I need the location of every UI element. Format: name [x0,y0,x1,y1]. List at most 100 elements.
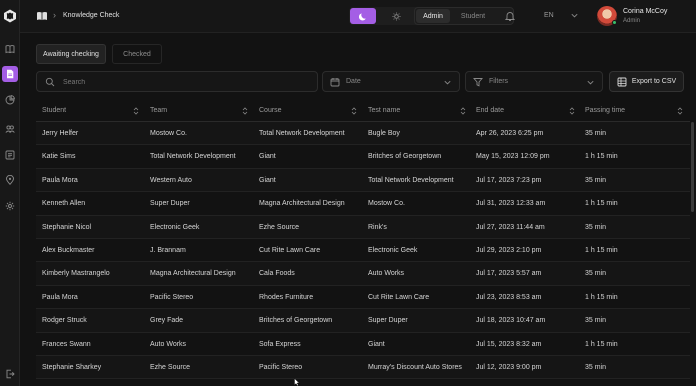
chevron-down-icon [587,80,594,85]
cell-course: Sofa Express [259,340,301,348]
dark-theme-button[interactable] [350,8,376,24]
book-icon[interactable] [36,10,48,22]
table-row[interactable]: Kenneth Allen Super Duper Magna Architectu… [36,192,690,216]
calendar-icon [330,78,340,87]
tab-awaiting-checking[interactable]: Awaiting checking [36,44,106,64]
cell-test-name: Electronic Geek [368,246,418,254]
cell-passing-time: 35 min [585,176,607,184]
cell-test-name: Rink's [368,223,387,231]
cell-team: Total Network Development [150,153,236,161]
cell-end-date: Jul 17, 2023 7:23 pm [476,176,542,184]
cell-end-date: Apr 26, 2023 6:25 pm [476,130,544,137]
cell-team: Magna Architectural Design [150,270,236,278]
cell-passing-time: 35 min [585,223,607,231]
cell-student: Katie Sims [42,153,76,161]
column-header-student[interactable]: Student [42,107,66,114]
table-row[interactable]: Stephanie Nicol Electronic Geek Ezhe Sourc… [36,215,690,239]
cell-course: Cala Foods [259,270,295,278]
chevron-down-icon[interactable] [570,11,579,20]
table-row[interactable]: Katie Sims Total Network Development Giant… [36,145,690,169]
user-name: Corina McCoy [623,8,668,15]
cell-end-date: Jul 31, 2023 12:33 am [476,200,546,208]
cell-passing-time: 35 min [585,270,607,278]
cell-test-name: Super Duper [368,317,408,325]
cell-course: Giant [259,176,276,184]
column-header-team[interactable]: Team [150,107,167,114]
cell-test-name: Giant [368,340,385,348]
sort-icon[interactable] [677,107,683,115]
cell-team: Mostow Co. [150,130,187,137]
table-row[interactable]: Alex Buckmaster J. Brannam Cut Rite Lawn C… [36,239,690,263]
cell-student: Frances Swann [42,340,91,348]
column-header-end-date[interactable]: End date [476,107,504,114]
search-box[interactable] [36,71,318,92]
sort-icon[interactable] [569,107,575,115]
topbar: › Knowledge Check Admin Student EN Corin… [20,0,696,33]
cell-end-date: Jul 17, 2023 5:57 am [476,270,542,278]
mouse-cursor-icon [294,378,300,386]
column-header-course[interactable]: Course [259,107,282,114]
table-row[interactable]: Frances Swann Auto Works Sofa Express Giant… [36,333,690,356]
column-header-passing-time[interactable]: Passing time [585,107,625,114]
role-switcher[interactable]: Admin Student [414,7,514,25]
tab-checked[interactable]: Checked [112,44,162,64]
location-icon [6,175,14,185]
table-body: Jerry Helfer Mostow Co. Total Network Deve… [36,122,690,380]
cell-course: Ezhe Source [259,223,300,231]
role-student-button[interactable]: Student [453,9,493,23]
language-selector[interactable]: EN [544,12,554,19]
sidebar-item-users[interactable] [2,121,18,137]
sidebar-item-courses[interactable] [2,41,18,57]
sidebar-item-settings[interactable] [2,198,18,214]
cell-course: Rhodes Furniture [259,293,314,301]
cell-student: Kenneth Allen [42,200,86,208]
table-row[interactable]: Stephanie Sharkey Ezhe Source Pacific Ster… [36,355,690,380]
table-row[interactable]: Paula Mora Western Auto Giant Total Network… [36,168,690,193]
date-select[interactable]: Date [322,71,460,92]
cell-passing-time: 35 min [585,130,607,137]
table-row[interactable]: Rodger Struck Grey Fade Britches of George… [36,309,690,333]
user-role: Admin [623,18,641,24]
filter-icon [473,78,483,87]
cell-student: Paula Mora [42,176,78,184]
cell-end-date: Jul 12, 2023 9:00 pm [476,363,542,371]
table-row[interactable]: Paula Mora Pacific Stereo Rhodes Furniture… [36,286,690,310]
sort-icon[interactable] [242,107,248,115]
logo-icon[interactable] [3,9,17,23]
cell-course: Cut Rite Lawn Care [259,246,321,254]
date-select-label: Date [346,78,361,85]
export-csv-button[interactable]: Export to CSV [609,71,684,92]
filters-select-label: Filters [489,78,509,85]
light-theme-button[interactable] [383,8,409,24]
settings-icon [5,201,15,211]
cell-test-name: Bugle Boy [368,130,400,137]
cell-passing-time: 1 h 15 min [585,293,618,301]
search-input[interactable] [63,75,303,89]
results-table: Student Team Course Test name End date Passin… [36,100,690,380]
sidebar-item-knowledge-check[interactable] [2,66,18,82]
role-admin-button[interactable]: Admin [416,9,450,23]
moon-icon [358,12,366,20]
search-icon [45,77,55,87]
sort-icon[interactable] [460,107,466,115]
cell-passing-time: 35 min [585,363,607,371]
bell-icon[interactable] [504,10,516,22]
table-row[interactable]: Kimberly Mastrangelo Magna Architectural … [36,262,690,286]
sidebar-item-statistics[interactable] [2,92,18,108]
sort-icon[interactable] [133,107,139,115]
list-icon [5,150,15,160]
scrollbar[interactable] [691,122,694,212]
cell-team: Ezhe Source [150,363,191,371]
table-row[interactable]: Jerry Helfer Mostow Co. Total Network Deve… [36,122,690,146]
cell-team: Grey Fade [150,317,184,325]
logout-button[interactable] [2,366,18,382]
cell-student: Paula Mora [42,293,78,301]
column-header-test-name[interactable]: Test name [368,107,400,114]
sort-icon[interactable] [351,107,357,115]
theme-toggle[interactable] [349,7,423,25]
filters-select[interactable]: Filters [465,71,603,92]
sidebar-item-locations[interactable] [2,172,18,188]
cell-end-date: Jul 15, 2023 8:32 am [476,340,542,348]
cell-course: Magna Architectural Design [259,200,345,208]
sidebar-item-reports[interactable] [2,147,18,163]
